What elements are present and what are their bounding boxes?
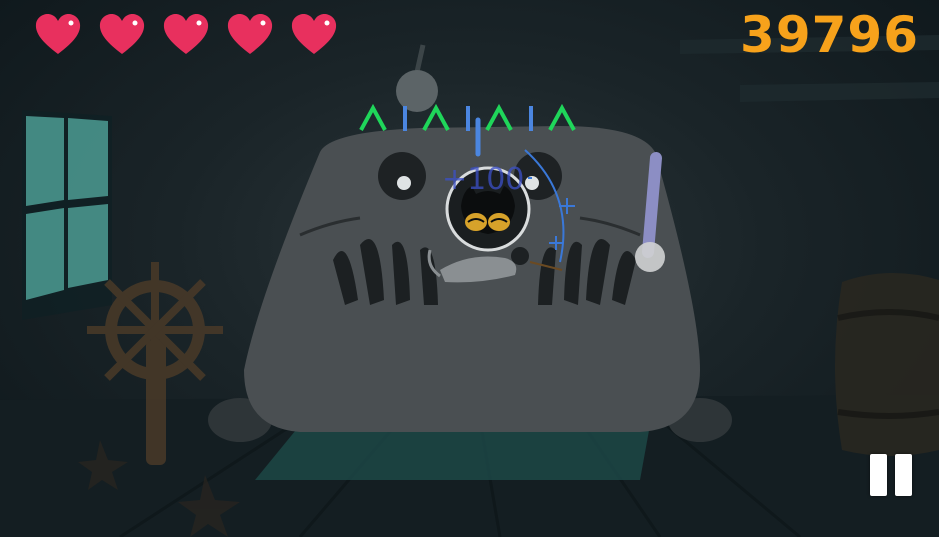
points-popup: +100 bbox=[442, 162, 525, 197]
game-stage[interactable]: +100 39796 bbox=[0, 0, 939, 537]
rat-creature bbox=[427, 247, 563, 283]
pause-icon-bar-right bbox=[895, 454, 912, 496]
heart-icon bbox=[163, 14, 209, 54]
heart-icon bbox=[227, 14, 273, 54]
pause-button[interactable] bbox=[870, 454, 918, 500]
pause-icon-bar-left bbox=[870, 454, 887, 496]
player-and-spell bbox=[427, 149, 665, 283]
gesture-cursor bbox=[635, 242, 665, 272]
heart-icon bbox=[291, 14, 337, 54]
heart-icon bbox=[35, 14, 81, 54]
lives-display bbox=[34, 12, 338, 56]
spell-trail bbox=[524, 149, 565, 263]
heart-icon bbox=[99, 14, 145, 54]
gesture-stroke bbox=[642, 152, 662, 258]
score-display: 39796 bbox=[740, 6, 919, 64]
sparkle-icon bbox=[549, 236, 563, 250]
